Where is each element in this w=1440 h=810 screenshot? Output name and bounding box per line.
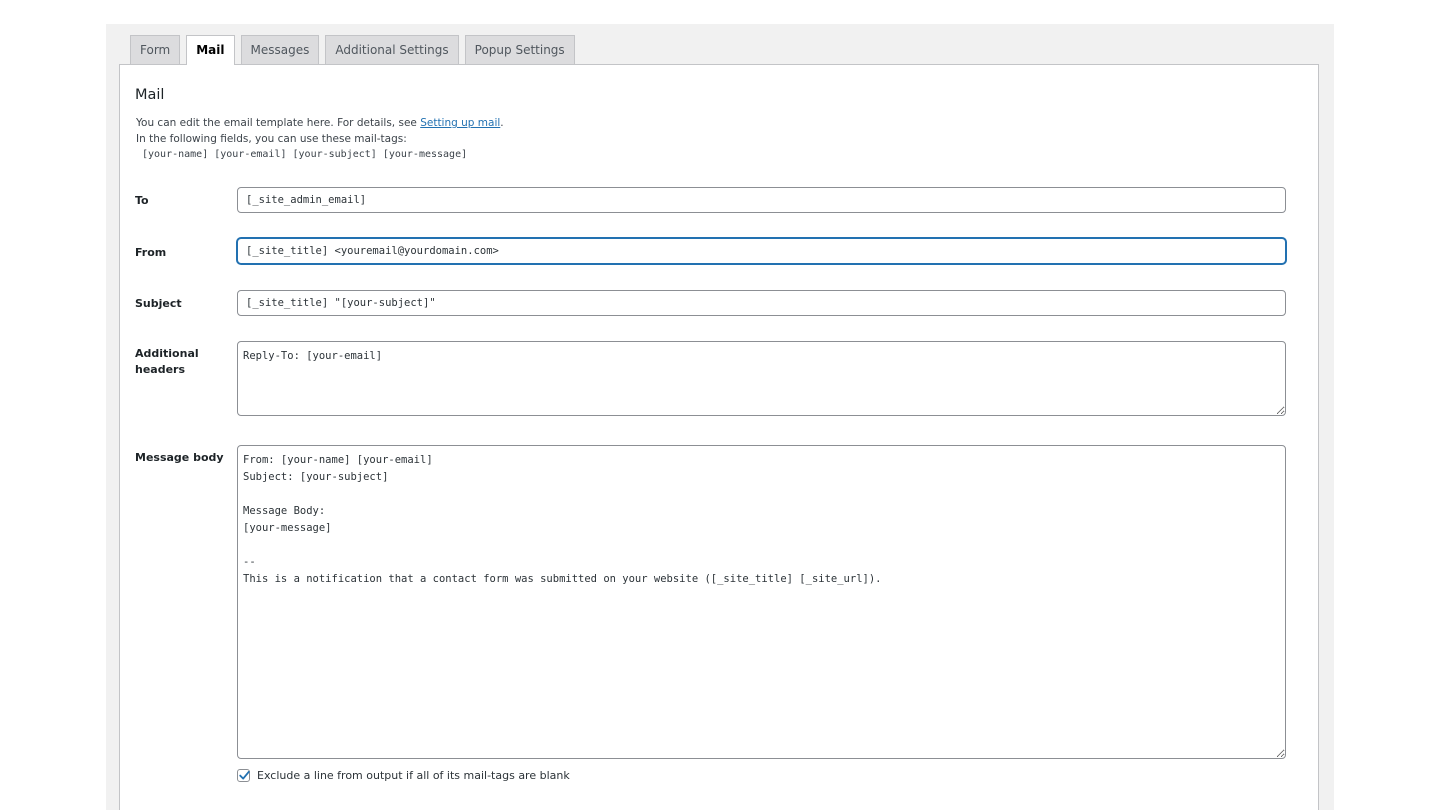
- from-input[interactable]: [237, 238, 1286, 264]
- tab-bar: Form Mail Messages Additional Settings P…: [130, 35, 581, 65]
- tab-mail[interactable]: Mail: [186, 35, 235, 65]
- description-line-2: In the following fields, you can use the…: [136, 133, 407, 145]
- tab-additional-settings[interactable]: Additional Settings: [325, 35, 459, 64]
- settings-container: Form Mail Messages Additional Settings P…: [106, 24, 1334, 810]
- to-label: To: [135, 194, 149, 207]
- to-input[interactable]: [237, 187, 1286, 213]
- message-body-textarea[interactable]: From: [your-name] [your-email] Subject: …: [237, 445, 1286, 759]
- checkmark-icon: [239, 770, 250, 780]
- tab-form[interactable]: Form: [130, 35, 181, 64]
- tab-popup-settings[interactable]: Popup Settings: [464, 35, 575, 64]
- exclude-blank-label: Exclude a line from output if all of its…: [257, 769, 570, 782]
- additional-headers-label: Additional headers: [135, 346, 199, 378]
- description-period: .: [500, 117, 504, 129]
- tab-messages[interactable]: Messages: [240, 35, 320, 64]
- exclude-blank-checkbox[interactable]: [237, 769, 250, 782]
- mail-panel: Mail You can edit the email template her…: [119, 64, 1319, 810]
- exclude-blank-option[interactable]: Exclude a line from output if all of its…: [237, 769, 570, 782]
- description-text: You can edit the email template here. Fo…: [136, 117, 421, 129]
- mail-tags-list: [your-name] [your-email] [your-subject] …: [142, 149, 468, 160]
- additional-headers-label-line2: headers: [135, 363, 186, 376]
- setting-up-mail-link[interactable]: Setting up mail: [420, 117, 500, 129]
- section-description: You can edit the email template here. Fo…: [136, 115, 504, 147]
- section-title: Mail: [135, 87, 165, 103]
- additional-headers-label-line1: Additional: [135, 347, 199, 360]
- from-label: From: [135, 246, 167, 259]
- subject-label: Subject: [135, 297, 182, 310]
- message-body-label: Message body: [135, 451, 224, 464]
- subject-input[interactable]: [237, 290, 1286, 316]
- additional-headers-textarea[interactable]: Reply-To: [your-email]: [237, 341, 1286, 416]
